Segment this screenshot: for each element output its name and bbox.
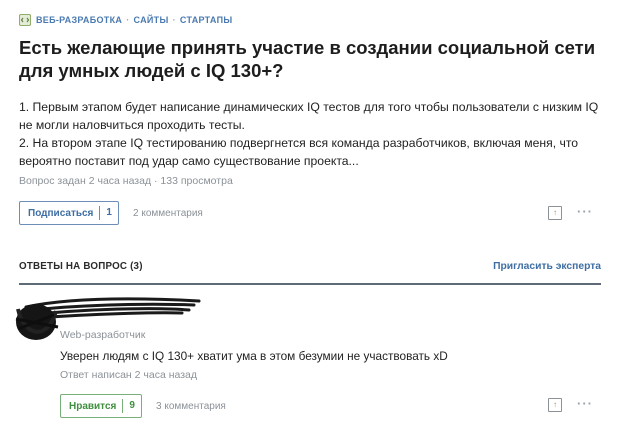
answer-author-role: Web-разработчик: [60, 329, 146, 341]
answers-divider: [19, 283, 601, 285]
subscribe-count: 1: [99, 206, 118, 220]
answer-meta: Ответ написан 2 часа назад: [60, 369, 198, 381]
like-button[interactable]: Нравится 9: [60, 394, 142, 418]
subscribe-label: Подписаться: [28, 207, 94, 219]
answer-comments-link[interactable]: 3 комментария: [156, 401, 226, 412]
like-label: Нравится: [69, 400, 117, 412]
invite-expert-link[interactable]: Пригласить эксперта: [493, 261, 601, 272]
tag-separator: ·: [172, 15, 176, 25]
like-count: 9: [122, 399, 141, 413]
question-paragraph: 2. На втором этапе IQ тестированию подве…: [19, 136, 579, 168]
answers-title: ОТВЕТЫ НА ВОПРОС (3): [19, 261, 143, 272]
answer-text: Уверен людям с IQ 130+ хватит ума в этом…: [60, 349, 448, 363]
share-icon[interactable]: ↑: [548, 398, 562, 412]
tag-startups[interactable]: СТАРТАПЫ: [180, 15, 233, 25]
question-comments-link[interactable]: 2 комментария: [133, 208, 203, 219]
tag-separator: ·: [126, 15, 130, 25]
question-title: Есть желающие принять участие в создании…: [19, 37, 596, 81]
more-icon[interactable]: ···: [577, 204, 593, 219]
tags-row: ВЕБ-РАЗРАБОТКА · САЙТЫ · СТАРТАПЫ: [19, 14, 232, 26]
more-icon[interactable]: ···: [577, 396, 593, 411]
tag-web-dev[interactable]: ВЕБ-РАЗРАБОТКА: [36, 15, 122, 25]
question-paragraph: 1. Первым этапом будет написание динамич…: [19, 100, 599, 132]
share-icon[interactable]: ↑: [548, 206, 562, 220]
question-body: 1. Первым этапом будет написание динамич…: [19, 98, 609, 170]
question-meta: Вопрос задан 2 часа назад · 133 просмотр…: [19, 175, 233, 187]
tag-sites[interactable]: САЙТЫ: [134, 15, 169, 25]
code-icon: [19, 14, 31, 26]
subscribe-button[interactable]: Подписаться 1: [19, 201, 119, 225]
